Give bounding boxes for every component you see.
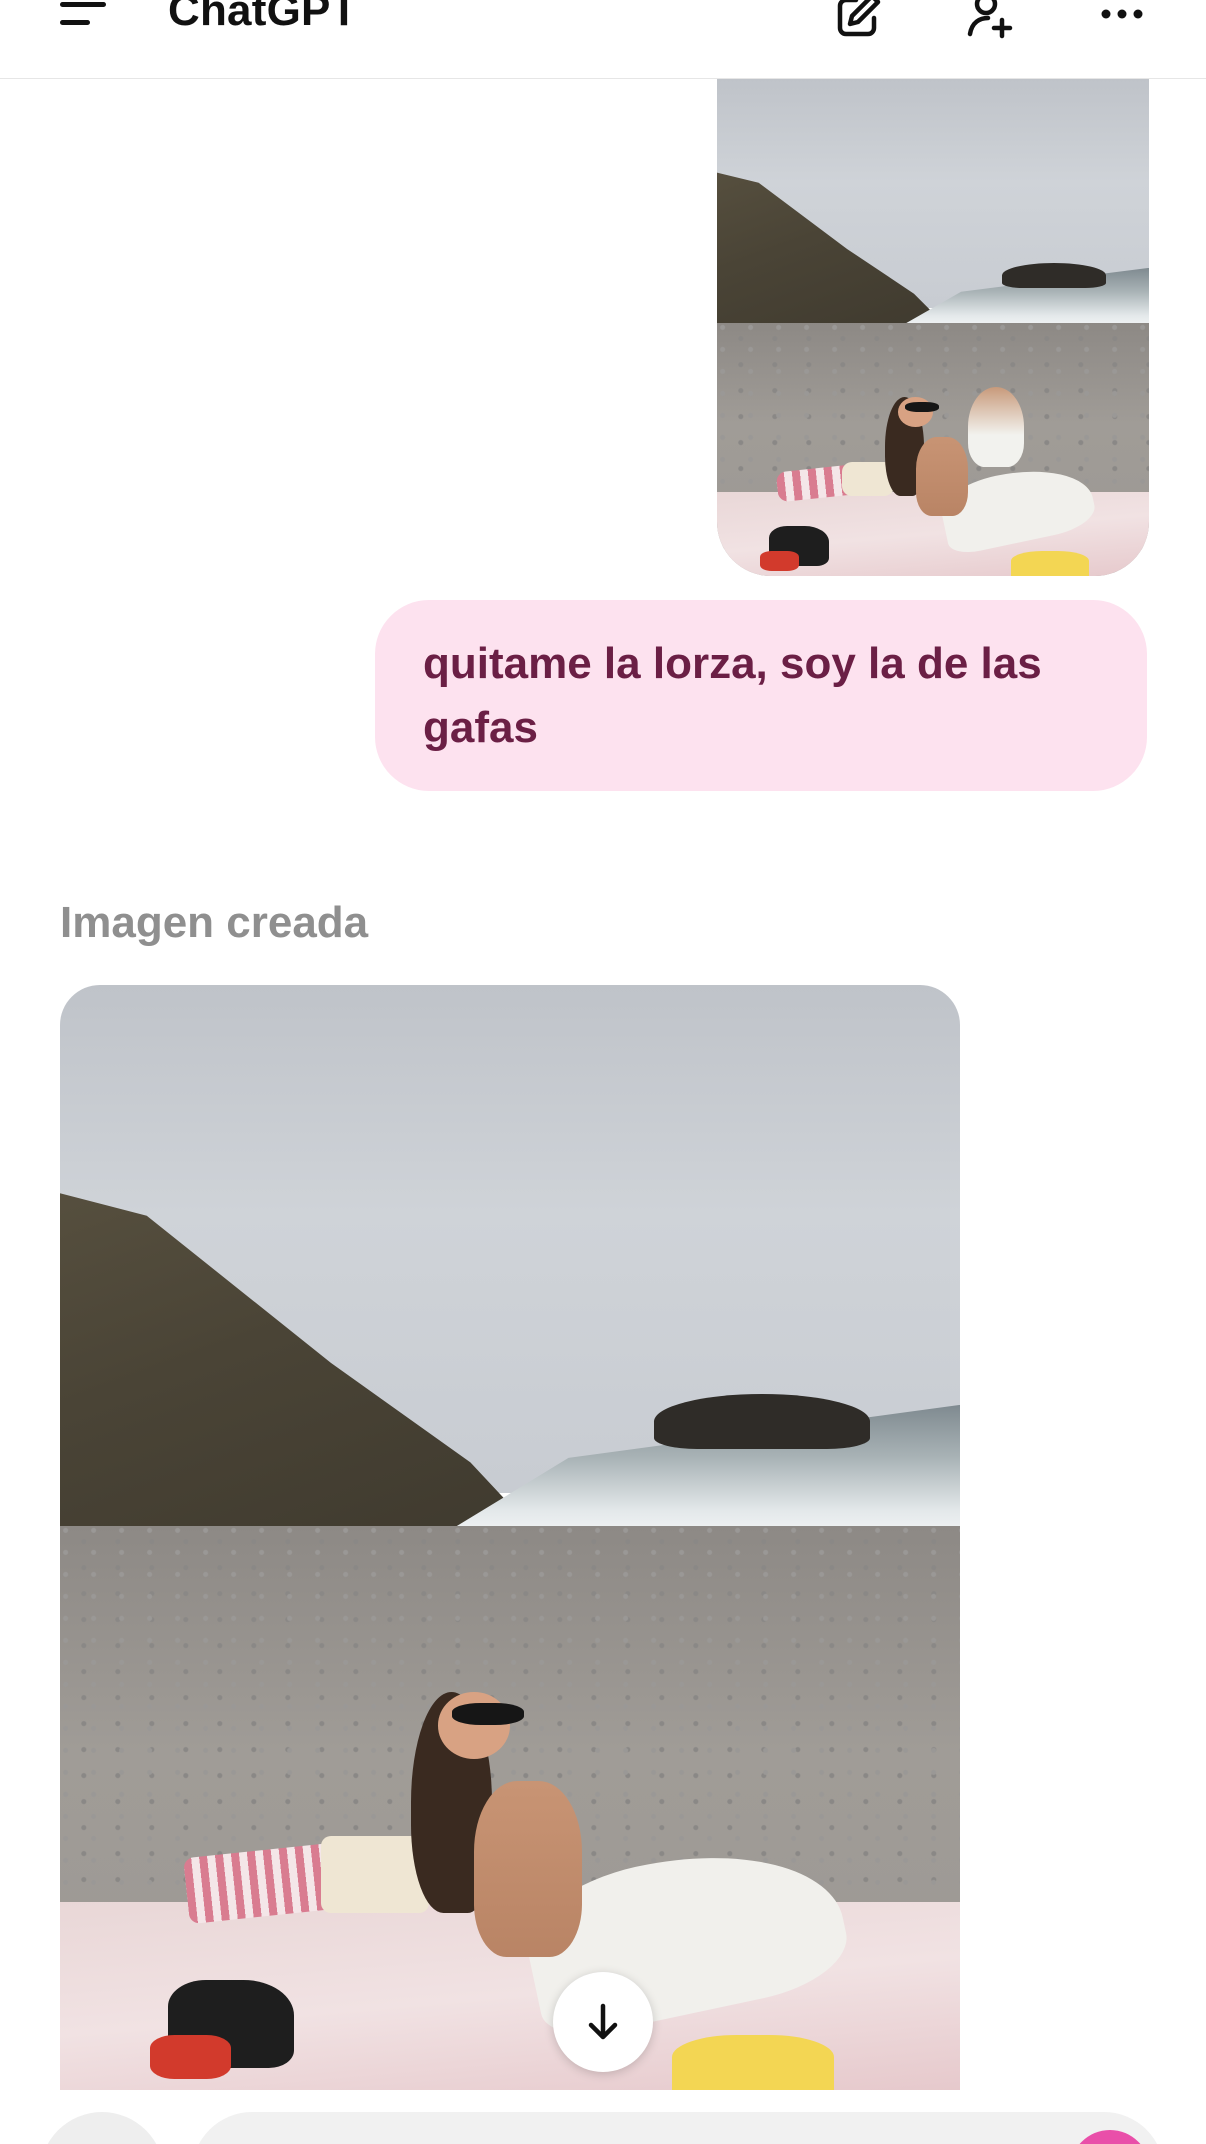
message-input[interactable] [192,2112,1164,2144]
image-created-label: Imagen creada [60,898,369,947]
uploaded-image[interactable] [717,79,1149,576]
user-message-bubble: quitame la lorza, soy la de las gafas [375,600,1147,791]
chat-screen: ChatGPT quitame la lorza, soy la de las … [0,0,1206,2144]
scroll-down-button[interactable] [553,1972,653,2072]
menu-icon[interactable] [56,0,112,40]
generated-image[interactable] [60,985,960,2090]
attach-button[interactable] [40,2112,164,2144]
arrow-down-icon [588,2003,618,2040]
edit-icon[interactable] [828,0,888,46]
more-icon[interactable] [1092,0,1152,46]
add-user-icon[interactable] [960,0,1020,46]
top-app-bar: ChatGPT [0,0,1206,79]
app-title: ChatGPT [168,0,358,35]
